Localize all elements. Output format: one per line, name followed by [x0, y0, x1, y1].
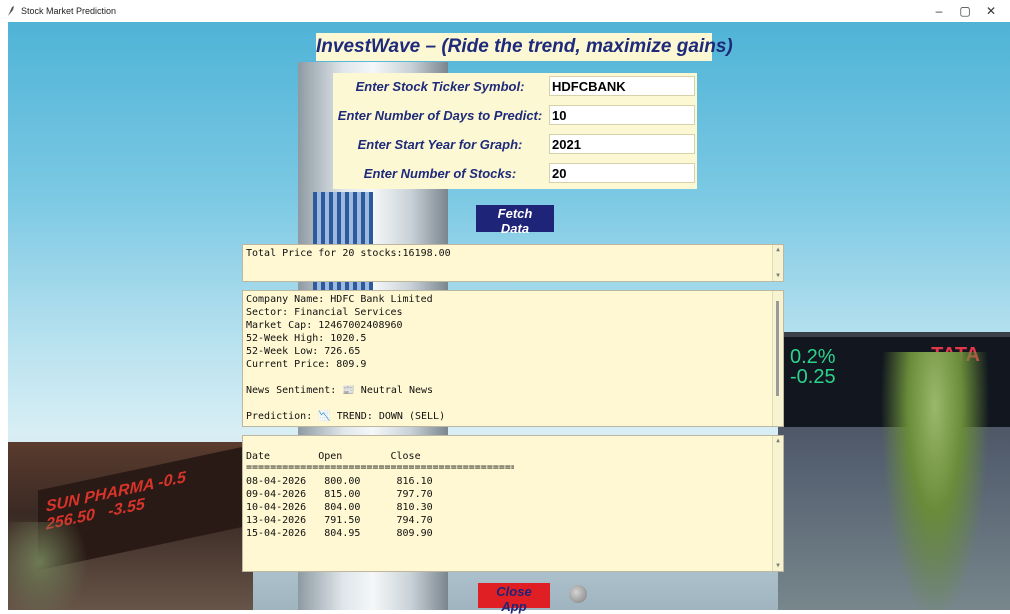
minimize-button[interactable]: – — [926, 2, 952, 20]
ticker-label: Enter Stock Ticker Symbol: — [355, 79, 525, 94]
input-form: Enter Stock Ticker Symbol: Enter Number … — [333, 73, 697, 189]
table-rule: ========================================… — [246, 465, 514, 473]
ticker-row: Enter Stock Ticker Symbol: — [333, 73, 697, 101]
table-row: 09-04-2026 815.00 797.70 — [246, 489, 433, 500]
scroll-down-icon[interactable]: ▼ — [773, 271, 783, 281]
year-label: Enter Start Year for Graph: — [357, 137, 523, 152]
table-scrollbar[interactable]: ▲ ▼ — [772, 436, 783, 571]
scroll-up-icon[interactable]: ▲ — [773, 436, 783, 446]
total-scrollbar[interactable]: ▲ ▼ — [772, 245, 783, 281]
ticker-input[interactable] — [549, 76, 695, 96]
year-input[interactable] — [549, 134, 695, 154]
total-price-text: Total Price for 20 stocks:16198.00 — [246, 248, 451, 259]
palm-tree-right — [880, 352, 990, 610]
days-label: Enter Number of Days to Predict: — [337, 108, 543, 123]
maximize-button[interactable]: ▢ — [952, 2, 978, 20]
app-title: InvestWave – (Ride the trend, maximize g… — [316, 33, 733, 61]
table-row: 10-04-2026 804.00 810.30 — [246, 502, 433, 513]
round-knob-icon — [569, 585, 587, 603]
days-row: Enter Number of Days to Predict: — [333, 102, 697, 130]
stocks-input[interactable] — [549, 163, 695, 183]
window-title: Stock Market Prediction — [21, 6, 117, 16]
close-app-button[interactable]: Close App — [478, 583, 550, 614]
company-info-output[interactable]: Company Name: HDFC Bank Limited Sector: … — [242, 290, 784, 427]
company-info-text: Company Name: HDFC Bank Limited Sector: … — [246, 294, 446, 422]
table-row: 15-04-2026 804.95 809.90 — [246, 528, 433, 539]
palm-tree-left — [8, 522, 88, 610]
price-table-output[interactable]: Date Open Close ========================… — [242, 435, 784, 572]
days-input[interactable] — [549, 105, 695, 125]
feather-icon — [8, 6, 14, 16]
info-scroll-thumb[interactable] — [776, 301, 779, 396]
table-rows: 08-04-2026 800.00 816.10 09-04-2026 815.… — [243, 473, 783, 540]
window-controls: – ▢ ✕ — [926, 2, 1004, 20]
info-scrollbar[interactable] — [772, 291, 783, 426]
year-row: Enter Start Year for Graph: — [333, 131, 697, 159]
scroll-up-icon[interactable]: ▲ — [773, 245, 783, 255]
stocks-row: Enter Number of Stocks: — [333, 160, 697, 188]
close-window-button[interactable]: ✕ — [978, 2, 1004, 20]
stocks-label: Enter Number of Stocks: — [363, 166, 517, 181]
fetch-data-button[interactable]: Fetch Data — [476, 205, 554, 236]
table-row: 08-04-2026 800.00 816.10 — [246, 476, 433, 487]
scroll-down-icon[interactable]: ▼ — [773, 561, 783, 571]
total-price-output[interactable]: Total Price for 20 stocks:16198.00 ▲ ▼ — [242, 244, 784, 282]
window-titlebar: Stock Market Prediction – ▢ ✕ — [0, 0, 1010, 22]
table-header: Date Open Close — [246, 451, 421, 462]
table-row: 13-04-2026 791.50 794.70 — [246, 515, 433, 526]
